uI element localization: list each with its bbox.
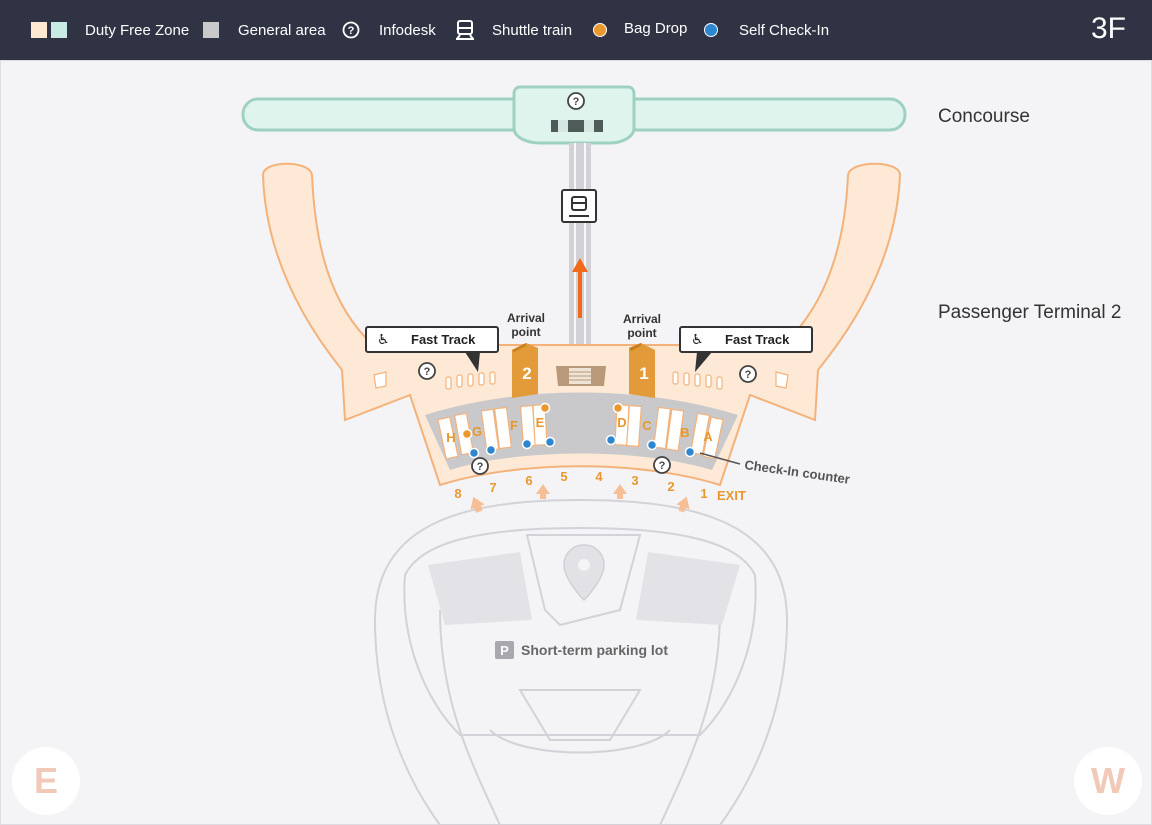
svg-text:?: ? (573, 96, 580, 108)
legend-label: Duty Free Zone (85, 21, 190, 39)
legend-duty-free[interactable]: Duty Free Zone (31, 0, 189, 60)
exit-number: 2 (667, 479, 674, 494)
arrival-point-label: Arrival (623, 312, 661, 326)
counter-label: G (472, 424, 482, 439)
exit-number: 8 (454, 486, 461, 501)
compass-west[interactable]: W (1074, 747, 1142, 815)
svg-text:?: ? (348, 25, 355, 37)
map-canvas: ? 2 1 Arrival point Arrival point ? ? ? … (241, 85, 907, 825)
legend-self-checkin[interactable]: Self Check-In (704, 0, 829, 60)
arrival-number: 2 (522, 364, 531, 383)
terminal-label: Passenger Terminal 2 (938, 302, 1122, 323)
exit-number: 6 (525, 473, 532, 488)
train-icon (456, 20, 474, 40)
parking-stripes-right (636, 552, 740, 625)
legend-shuttle-train[interactable]: Shuttle train (455, 0, 572, 60)
counter-label: A (703, 429, 713, 444)
concourse-label: Concourse (938, 106, 1030, 127)
question-circle-icon[interactable]: ? (471, 457, 489, 475)
legend-general-area[interactable]: General area (203, 0, 326, 60)
arrival-point-label: Arrival (507, 311, 545, 325)
counter-label: D (617, 415, 626, 430)
duty-free-swatch-2 (51, 22, 67, 38)
exit-number: 1 (700, 486, 707, 501)
fast-track-label: Fast Track (725, 332, 790, 347)
map-area[interactable]: ? 2 1 Arrival point Arrival point ? ? ? … (0, 60, 1152, 825)
self-checkin-dot (704, 23, 718, 37)
escalator (556, 366, 606, 386)
fast-track-right[interactable]: ♿ Fast Track (679, 326, 813, 353)
arrival-number: 1 (639, 364, 648, 383)
legend-bar: Duty Free Zone General area ? Infodesk S… (0, 0, 1152, 60)
parking-icon: P (500, 643, 509, 658)
arrival-point-label: point (511, 325, 540, 339)
floor-indicator: 3F (1090, 12, 1126, 45)
counter-label: F (510, 418, 518, 433)
arrival-point-label: point (627, 326, 656, 340)
legend-label: Shuttle train (492, 21, 573, 39)
fast-track-left[interactable]: ♿ Fast Track (365, 326, 499, 353)
train-icon[interactable] (561, 189, 597, 223)
shuttle-track (569, 143, 591, 353)
counter-label: B (680, 425, 689, 440)
wheelchair-icon: ♿ (691, 331, 704, 347)
legend-label: General area (238, 21, 326, 39)
parking-label: Short-term parking lot (521, 642, 668, 658)
question-circle-icon: ? (342, 21, 360, 39)
counter-label: E (536, 415, 545, 430)
legend-label: Bag Drop (624, 19, 688, 37)
bag-drop-dot (593, 23, 607, 37)
svg-text:?: ? (424, 366, 431, 378)
question-circle-icon[interactable]: ? (567, 92, 585, 110)
arrival-point-1[interactable]: 1 (629, 343, 655, 398)
checkin-counter-label: Check-In counter (744, 457, 851, 487)
exit-number: 3 (631, 473, 638, 488)
exit-number: 5 (560, 469, 567, 484)
exit-number: 4 (595, 469, 603, 484)
parking-badge[interactable]: P (495, 641, 514, 659)
compass-east[interactable]: E (12, 747, 80, 815)
legend-label: Self Check-In (739, 21, 830, 39)
fast-track-label: Fast Track (411, 332, 476, 347)
exit-number: 7 (489, 480, 496, 495)
svg-text:?: ? (745, 369, 752, 381)
general-area-swatch (203, 22, 219, 38)
exit-label: EXIT (717, 488, 746, 503)
svg-text:?: ? (477, 461, 484, 473)
svg-text:?: ? (659, 460, 666, 472)
legend-label: Infodesk (379, 21, 436, 39)
counter-label: H (446, 430, 455, 445)
arrival-point-2[interactable]: 2 (512, 343, 538, 398)
question-circle-icon[interactable]: ? (418, 362, 436, 380)
legend-bag-drop[interactable]: Bag Drop (593, 0, 687, 60)
counter-label: C (642, 418, 652, 433)
question-circle-icon[interactable]: ? (739, 365, 757, 383)
duty-free-swatch (31, 22, 47, 38)
legend-infodesk[interactable]: ? Infodesk (342, 0, 436, 60)
wheelchair-icon: ♿ (377, 331, 390, 347)
parking-stripes-left (428, 552, 532, 625)
question-circle-icon[interactable]: ? (653, 456, 671, 474)
